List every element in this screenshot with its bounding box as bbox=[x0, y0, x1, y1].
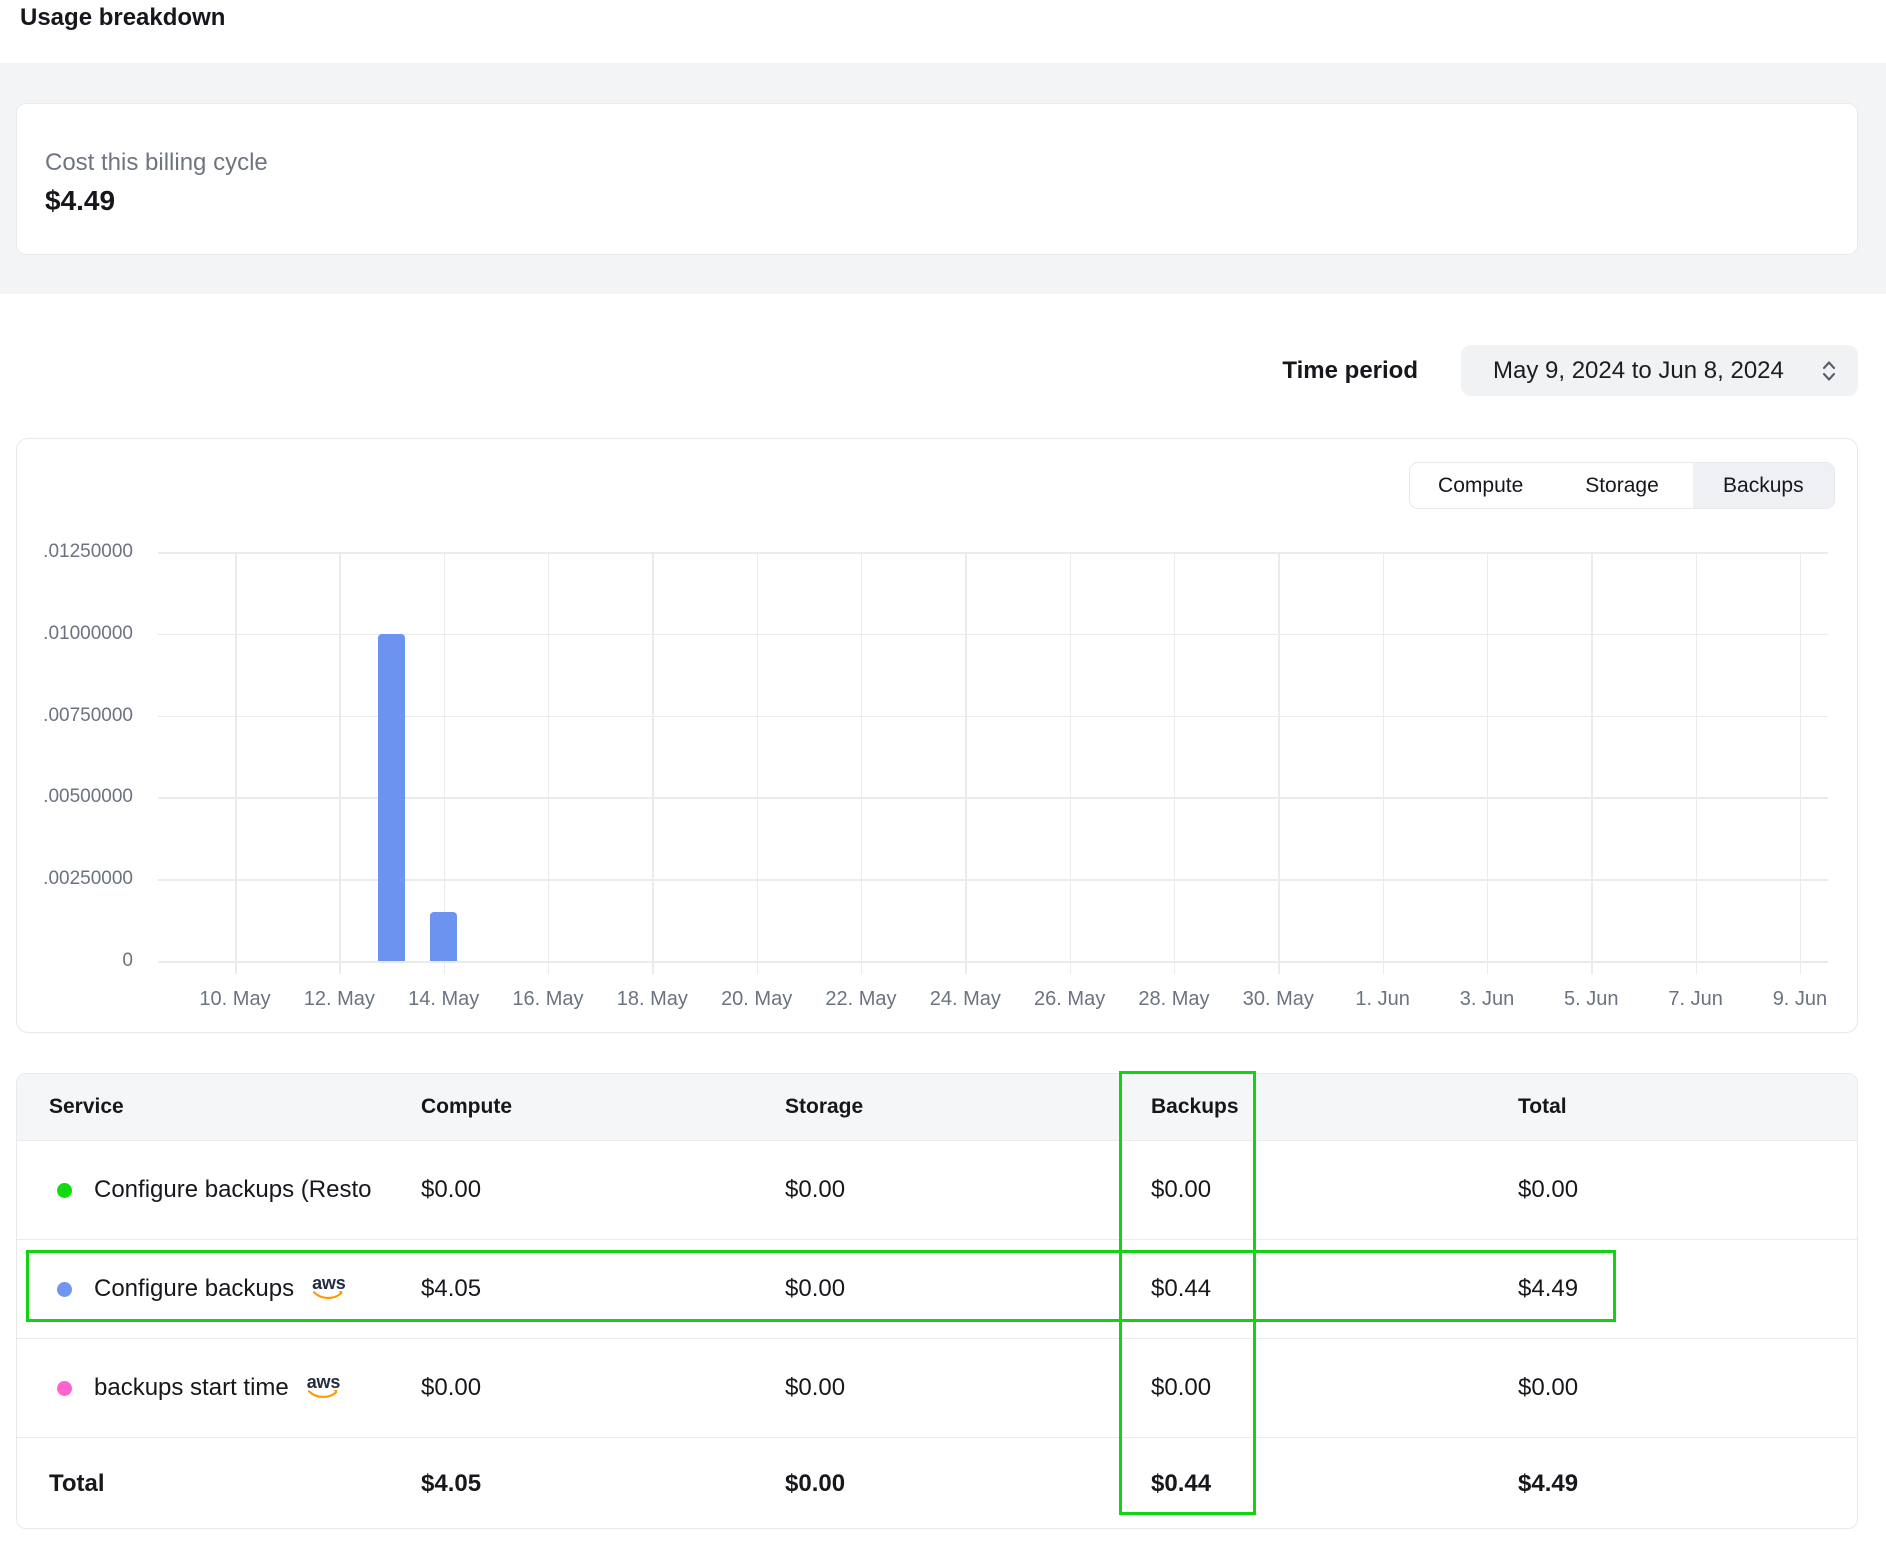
series-dot bbox=[57, 1381, 72, 1396]
storage-value: $0.00 bbox=[785, 1275, 1151, 1303]
storage-value: $0.00 bbox=[785, 1176, 1151, 1204]
summary-band: Cost this billing cycle $4.49 bbox=[0, 63, 1886, 294]
compute-value: $0.00 bbox=[421, 1374, 785, 1402]
y-axis-label: .01250000 bbox=[3, 538, 133, 566]
chevron-up-down-icon bbox=[1820, 357, 1838, 392]
storage-total: $0.00 bbox=[785, 1470, 1151, 1498]
y-axis-label: .00750000 bbox=[3, 702, 133, 730]
service-name: backups start time bbox=[94, 1374, 289, 1402]
aws-logo: aws bbox=[307, 1375, 340, 1400]
chart-tabs: Compute Storage Backups bbox=[1409, 462, 1835, 509]
y-axis-label: 0 bbox=[3, 947, 133, 975]
time-period-select[interactable]: May 9, 2024 to Jun 8, 2024 bbox=[1461, 345, 1858, 396]
col-header-compute: Compute bbox=[421, 1095, 785, 1119]
tab-compute[interactable]: Compute bbox=[1410, 463, 1551, 508]
x-axis-label: 9. Jun bbox=[1730, 988, 1870, 1011]
col-header-backups: Backups bbox=[1151, 1095, 1518, 1119]
service-name: Configure backups bbox=[94, 1275, 294, 1303]
table-header-row: Service Compute Storage Backups Total bbox=[17, 1074, 1857, 1140]
tab-storage[interactable]: Storage bbox=[1551, 463, 1692, 508]
col-header-service: Service bbox=[17, 1095, 421, 1119]
y-axis-label: .00500000 bbox=[3, 783, 133, 811]
y-axis-label: .01000000 bbox=[3, 620, 133, 648]
backups-value: $0.00 bbox=[1151, 1374, 1518, 1402]
time-period-value: May 9, 2024 to Jun 8, 2024 bbox=[1493, 357, 1784, 385]
backups-value: $0.44 bbox=[1151, 1275, 1518, 1303]
chart-bar[interactable] bbox=[430, 912, 457, 961]
backups-value: $0.00 bbox=[1151, 1176, 1518, 1204]
billing-cycle-value: $4.49 bbox=[45, 185, 1857, 217]
table-row: Configure backups (Resto $0.00 $0.00 $0.… bbox=[17, 1140, 1857, 1239]
grand-total: $4.49 bbox=[1518, 1470, 1857, 1498]
usage-table: Service Compute Storage Backups Total Co… bbox=[16, 1073, 1858, 1529]
table-row: Configure backups aws $4.05 $0.00 $0.44 … bbox=[17, 1239, 1857, 1338]
total-value: $4.49 bbox=[1518, 1275, 1857, 1303]
total-value: $0.00 bbox=[1518, 1374, 1857, 1402]
series-dot bbox=[57, 1183, 72, 1198]
chart-bar[interactable] bbox=[378, 634, 405, 961]
billing-cycle-card: Cost this billing cycle $4.49 bbox=[16, 103, 1858, 255]
compute-value: $0.00 bbox=[421, 1176, 785, 1204]
usage-chart: Compute Storage Backups .01250000.010000… bbox=[16, 438, 1858, 1033]
page-title: Usage breakdown bbox=[20, 4, 225, 32]
compute-total: $4.05 bbox=[421, 1470, 785, 1498]
billing-cycle-label: Cost this billing cycle bbox=[45, 149, 1857, 177]
col-header-total: Total bbox=[1518, 1095, 1857, 1119]
time-period-label: Time period bbox=[1118, 357, 1418, 385]
total-value: $0.00 bbox=[1518, 1176, 1857, 1204]
series-dot bbox=[57, 1282, 72, 1297]
table-row: backups start time aws $0.00 $0.00 $0.00… bbox=[17, 1338, 1857, 1437]
storage-value: $0.00 bbox=[785, 1374, 1151, 1402]
tab-backups[interactable]: Backups bbox=[1693, 463, 1834, 508]
col-header-storage: Storage bbox=[785, 1095, 1151, 1119]
table-total-row: Total $4.05 $0.00 $0.44 $4.49 bbox=[17, 1437, 1857, 1529]
aws-logo: aws bbox=[312, 1276, 345, 1301]
backups-total: $0.44 bbox=[1151, 1470, 1518, 1498]
y-axis-label: .00250000 bbox=[3, 865, 133, 893]
total-label: Total bbox=[17, 1470, 421, 1498]
compute-value: $4.05 bbox=[421, 1275, 785, 1303]
service-name: Configure backups (Resto bbox=[94, 1176, 371, 1204]
